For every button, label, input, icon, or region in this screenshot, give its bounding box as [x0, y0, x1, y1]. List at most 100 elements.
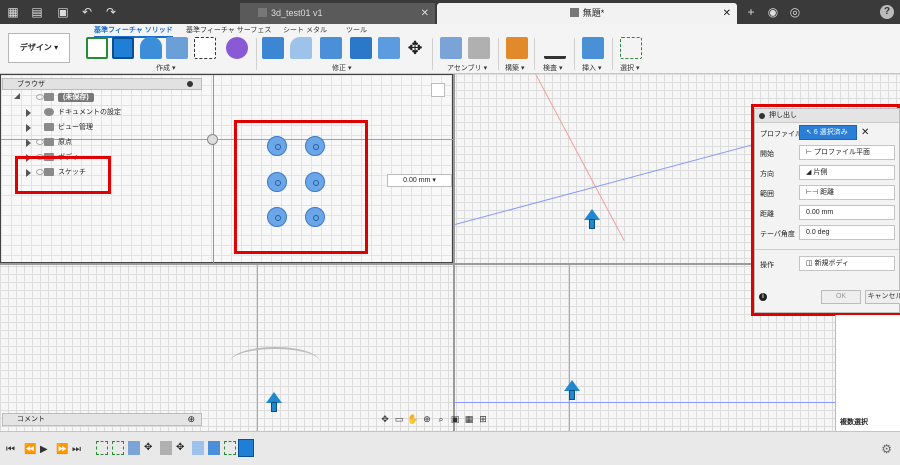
- timeline-feature-sketch[interactable]: [224, 441, 236, 455]
- measure-icon[interactable]: [544, 37, 566, 59]
- pattern-icon[interactable]: [194, 37, 216, 59]
- offset-plane-icon[interactable]: [506, 37, 528, 59]
- press-pull-icon[interactable]: [262, 37, 284, 59]
- close-icon[interactable]: ✕: [421, 3, 429, 24]
- panel-pin-icon[interactable]: [187, 81, 193, 87]
- step-back-icon[interactable]: ⏪: [24, 444, 36, 455]
- group-insert-label[interactable]: 挿入 ▾: [582, 63, 601, 73]
- ok-button[interactable]: OK: [821, 290, 861, 304]
- play-icon[interactable]: ▶: [40, 444, 48, 455]
- file-menu-icon[interactable]: ▤: [30, 5, 44, 19]
- group-create-label[interactable]: 作成 ▾: [156, 63, 175, 73]
- grid-settings-icon[interactable]: ▦: [462, 414, 476, 425]
- save-icon[interactable]: ▣: [56, 5, 70, 19]
- cancel-button[interactable]: キャンセル: [865, 290, 900, 304]
- direction-dropdown[interactable]: ◢ 片側: [799, 165, 895, 180]
- display-settings-icon[interactable]: ▣: [448, 414, 462, 425]
- app-grid-icon[interactable]: ▦: [6, 5, 20, 19]
- visibility-icon[interactable]: [36, 94, 44, 100]
- tab-tools[interactable]: ツール: [346, 25, 367, 35]
- tree-item-document-settings[interactable]: ドキュメントの設定: [2, 105, 202, 120]
- expand-icon[interactable]: [26, 124, 31, 132]
- group-modify-label[interactable]: 修正 ▾: [332, 63, 351, 73]
- new-component-icon[interactable]: [440, 37, 462, 59]
- move-icon[interactable]: ✥: [404, 37, 426, 59]
- viewcube-icon[interactable]: [431, 83, 445, 97]
- tab-untitled[interactable]: 無題* ✕: [437, 3, 737, 24]
- job-status-icon[interactable]: ◉: [766, 5, 780, 19]
- distance-input[interactable]: 0.00 mm: [799, 205, 895, 220]
- profile-select-button[interactable]: ↖ 6 選択済み: [799, 125, 857, 140]
- fit-icon[interactable]: ⌕: [434, 414, 448, 425]
- field-label: 開始: [760, 151, 774, 158]
- distance-input-overlay[interactable]: 0.00 mm ▾: [387, 174, 452, 187]
- chamfer-icon[interactable]: [320, 37, 342, 59]
- multi-select-label[interactable]: 複数選択: [840, 417, 868, 427]
- timeline-feature[interactable]: [208, 441, 220, 455]
- highlight-box-browser: [15, 156, 111, 194]
- group-select-label[interactable]: 選択 ▾: [620, 63, 639, 73]
- arc-guide: [230, 347, 320, 377]
- browser-root[interactable]: (未保存): [2, 90, 202, 105]
- tree-item-origin[interactable]: 原点: [2, 135, 202, 150]
- tree-item-named-views[interactable]: ビュー管理: [2, 120, 202, 135]
- go-to-end-icon[interactable]: ⏭: [72, 444, 81, 455]
- go-to-start-icon[interactable]: ⏮: [6, 444, 15, 455]
- notification-icon[interactable]: ◎: [788, 5, 802, 19]
- add-comment-icon[interactable]: ⊕: [187, 414, 195, 425]
- dialog-header[interactable]: 押し出し: [755, 109, 899, 123]
- clear-selection-icon[interactable]: ✕: [861, 127, 869, 138]
- tab-sheet-metal[interactable]: シート メタル: [283, 25, 327, 35]
- start-dropdown[interactable]: ⊢ プロファイル平面: [799, 145, 895, 160]
- look-at-icon[interactable]: ▭: [392, 414, 406, 425]
- workspace-switcher-button[interactable]: デザイン ▾: [8, 33, 70, 63]
- extent-dropdown[interactable]: ⊢⊣ 距離: [799, 185, 895, 200]
- tab-3d-test01[interactable]: 3d_test01 v1 ✕: [240, 3, 435, 24]
- viewport-bottom-left[interactable]: [0, 265, 453, 431]
- browser-header[interactable]: ブラウザ: [2, 78, 202, 90]
- timeline-feature-move[interactable]: ✥: [144, 441, 156, 455]
- extrude-icon[interactable]: [112, 37, 134, 59]
- viewports-icon[interactable]: ⊞: [476, 414, 490, 425]
- timeline-feature[interactable]: [128, 441, 140, 455]
- group-assembly-label[interactable]: アセンブリ ▾: [447, 63, 487, 73]
- orbit-icon[interactable]: ✥: [378, 414, 392, 425]
- fillet-icon[interactable]: [290, 37, 312, 59]
- revolve-icon[interactable]: [140, 37, 162, 59]
- create-sketch-icon[interactable]: [86, 37, 108, 59]
- help-icon[interactable]: ?: [880, 5, 894, 19]
- timeline-feature-sketch[interactable]: [96, 441, 108, 455]
- pan-icon[interactable]: ✋: [406, 414, 420, 425]
- tab-surface[interactable]: 基準フィーチャ サーフェス: [186, 25, 271, 35]
- timeline-feature-move[interactable]: ✥: [176, 441, 188, 455]
- form-icon[interactable]: [226, 37, 248, 59]
- joint-icon[interactable]: [468, 37, 490, 59]
- new-tab-icon[interactable]: +: [744, 5, 758, 19]
- gear-icon[interactable]: ⚙: [881, 442, 892, 456]
- shell-icon[interactable]: [378, 37, 400, 59]
- timeline-feature[interactable]: [160, 441, 172, 455]
- group-inspect-label[interactable]: 検査 ▾: [543, 63, 562, 73]
- info-icon[interactable]: i: [759, 293, 767, 301]
- insert-image-icon[interactable]: [582, 37, 604, 59]
- comments-panel[interactable]: コメント ⊕: [2, 413, 202, 426]
- zoom-icon[interactable]: ⊕: [420, 414, 434, 425]
- timeline-feature[interactable]: [192, 441, 204, 455]
- expand-icon[interactable]: [26, 109, 31, 117]
- operation-dropdown[interactable]: ◫ 新規ボディ: [799, 256, 895, 271]
- group-construct-label[interactable]: 構築 ▾: [505, 63, 524, 73]
- viewport-splitter-vertical[interactable]: [453, 74, 455, 431]
- taper-angle-input[interactable]: 0.0 deg: [799, 225, 895, 240]
- redo-icon[interactable]: ↷: [104, 5, 118, 19]
- close-icon[interactable]: ✕: [723, 3, 731, 24]
- undo-icon[interactable]: ↶: [80, 5, 94, 19]
- step-forward-icon[interactable]: ⏩: [56, 444, 68, 455]
- select-icon[interactable]: [620, 37, 642, 59]
- timeline-feature-sketch[interactable]: [112, 441, 124, 455]
- expand-icon[interactable]: [26, 139, 31, 147]
- expand-icon[interactable]: [14, 93, 20, 99]
- sweep-icon[interactable]: [166, 37, 188, 59]
- visibility-icon[interactable]: [36, 139, 44, 145]
- combine-icon[interactable]: [350, 37, 372, 59]
- timeline-feature-extrude-active[interactable]: [238, 439, 254, 457]
